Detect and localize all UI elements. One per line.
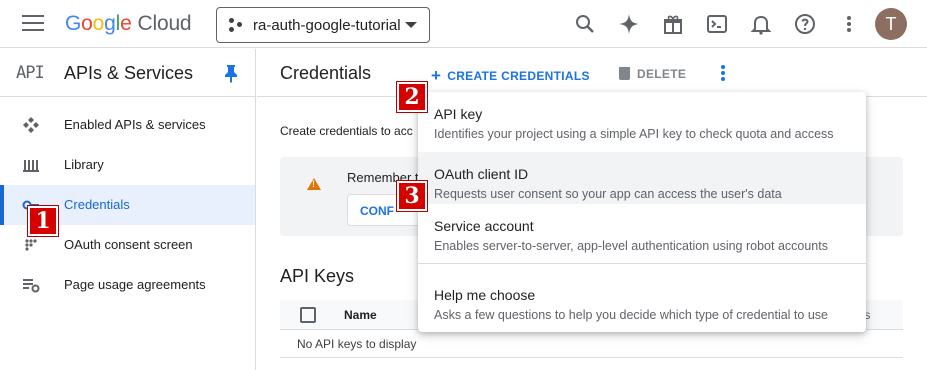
project-hub-icon	[229, 18, 243, 32]
more-vert-icon[interactable]	[719, 65, 727, 83]
sidebar-title: APIs & Services	[64, 63, 194, 83]
step-marker-1: 1	[28, 206, 58, 236]
column-header-name[interactable]: Name	[344, 308, 377, 322]
pin-icon[interactable]	[222, 63, 240, 83]
logo-letter: o	[92, 12, 105, 35]
notifications-icon[interactable]	[749, 12, 773, 36]
menu-item-title: Service account	[434, 218, 534, 234]
menu-item-description: Asks a few questions to help you decide …	[434, 308, 828, 322]
sidebar-item-label: OAuth consent screen	[64, 237, 193, 252]
step-marker-3: 3	[397, 181, 427, 211]
sidebar-item-page-usage[interactable]: Page usage agreements	[0, 265, 255, 305]
top-bar: Google Cloud ra-auth-google-tutorial T	[0, 0, 927, 48]
help-icon[interactable]	[793, 12, 817, 36]
menu-item-title: API key	[434, 106, 483, 122]
menu-item-description: Enables server-to-server, app-level auth…	[434, 239, 828, 253]
menu-item-api-key[interactable]: API key Identifies your project using a …	[418, 92, 866, 144]
oauth-consent-icon	[22, 236, 40, 254]
page-title: Credentials	[280, 63, 372, 83]
logo-letter: e	[120, 12, 132, 35]
select-all-checkbox[interactable]	[300, 307, 316, 323]
gemini-sparkle-icon[interactable]	[617, 12, 641, 36]
api-badge: API	[16, 63, 45, 83]
page-usage-icon	[22, 276, 40, 294]
menu-item-description: Identifies your project using a simple A…	[434, 127, 834, 141]
project-selector[interactable]: ra-auth-google-tutorial	[216, 7, 430, 43]
menu-item-description: Requests user consent so your app can ac…	[434, 187, 782, 201]
menu-item-help-me-choose[interactable]: Help me choose Asks a few questions to h…	[418, 273, 866, 325]
sidebar-item-label: Library	[64, 157, 104, 172]
sidebar-item-library[interactable]: Library	[0, 145, 255, 185]
menu-divider	[418, 263, 866, 264]
logo-cloud-text: Cloud	[137, 12, 192, 35]
chevron-down-icon	[405, 22, 417, 28]
intro-text: Create credentials to acc	[280, 124, 413, 138]
warning-mark: !	[312, 179, 315, 189]
logo-letter: o	[81, 12, 93, 35]
page-header: Credentials + CREATE CREDENTIALS DELETE	[257, 49, 927, 97]
avatar[interactable]: T	[875, 8, 907, 40]
library-icon	[22, 156, 40, 174]
sidebar-item-enabled-apis[interactable]: Enabled APIs & services	[0, 105, 255, 145]
table-divider	[280, 357, 903, 358]
delete-label: DELETE	[637, 67, 687, 81]
logo-letter: G	[65, 12, 82, 35]
app-root: Google Cloud ra-auth-google-tutorial T A…	[0, 0, 927, 370]
menu-item-oauth-client-id[interactable]: OAuth client ID Requests user consent so…	[418, 152, 866, 204]
create-credentials-menu: API key Identifies your project using a …	[418, 92, 866, 332]
sidebar-header: API APIs & Services	[0, 49, 255, 97]
sidebar-item-label: Credentials	[64, 197, 130, 212]
trash-icon	[619, 67, 630, 80]
delete-button[interactable]: DELETE	[619, 65, 686, 81]
more-vert-icon[interactable]	[837, 12, 861, 36]
search-icon[interactable]	[573, 12, 597, 36]
project-name: ra-auth-google-tutorial	[253, 16, 401, 34]
sidebar-item-label: Enabled APIs & services	[64, 117, 206, 132]
sidebar-item-label: Page usage agreements	[64, 277, 206, 292]
google-cloud-logo[interactable]: Google Cloud	[65, 12, 192, 36]
menu-icon[interactable]	[22, 15, 44, 33]
step-marker-2: 2	[397, 82, 427, 112]
table-empty-message: No API keys to display	[297, 337, 417, 351]
enabled-apis-icon	[22, 116, 40, 134]
create-credentials-label: CREATE CREDENTIALS	[447, 69, 590, 83]
api-keys-title: API Keys	[280, 266, 355, 286]
cloud-shell-icon[interactable]	[705, 12, 729, 36]
menu-item-service-account[interactable]: Service account Enables server-to-server…	[418, 204, 866, 256]
create-credentials-button[interactable]: + CREATE CREDENTIALS	[431, 65, 590, 85]
menu-item-title: OAuth client ID	[434, 166, 529, 182]
menu-item-title: Help me choose	[434, 287, 536, 303]
logo-letter: g	[104, 12, 116, 35]
gift-icon[interactable]	[661, 12, 685, 36]
plus-icon: +	[431, 66, 442, 85]
